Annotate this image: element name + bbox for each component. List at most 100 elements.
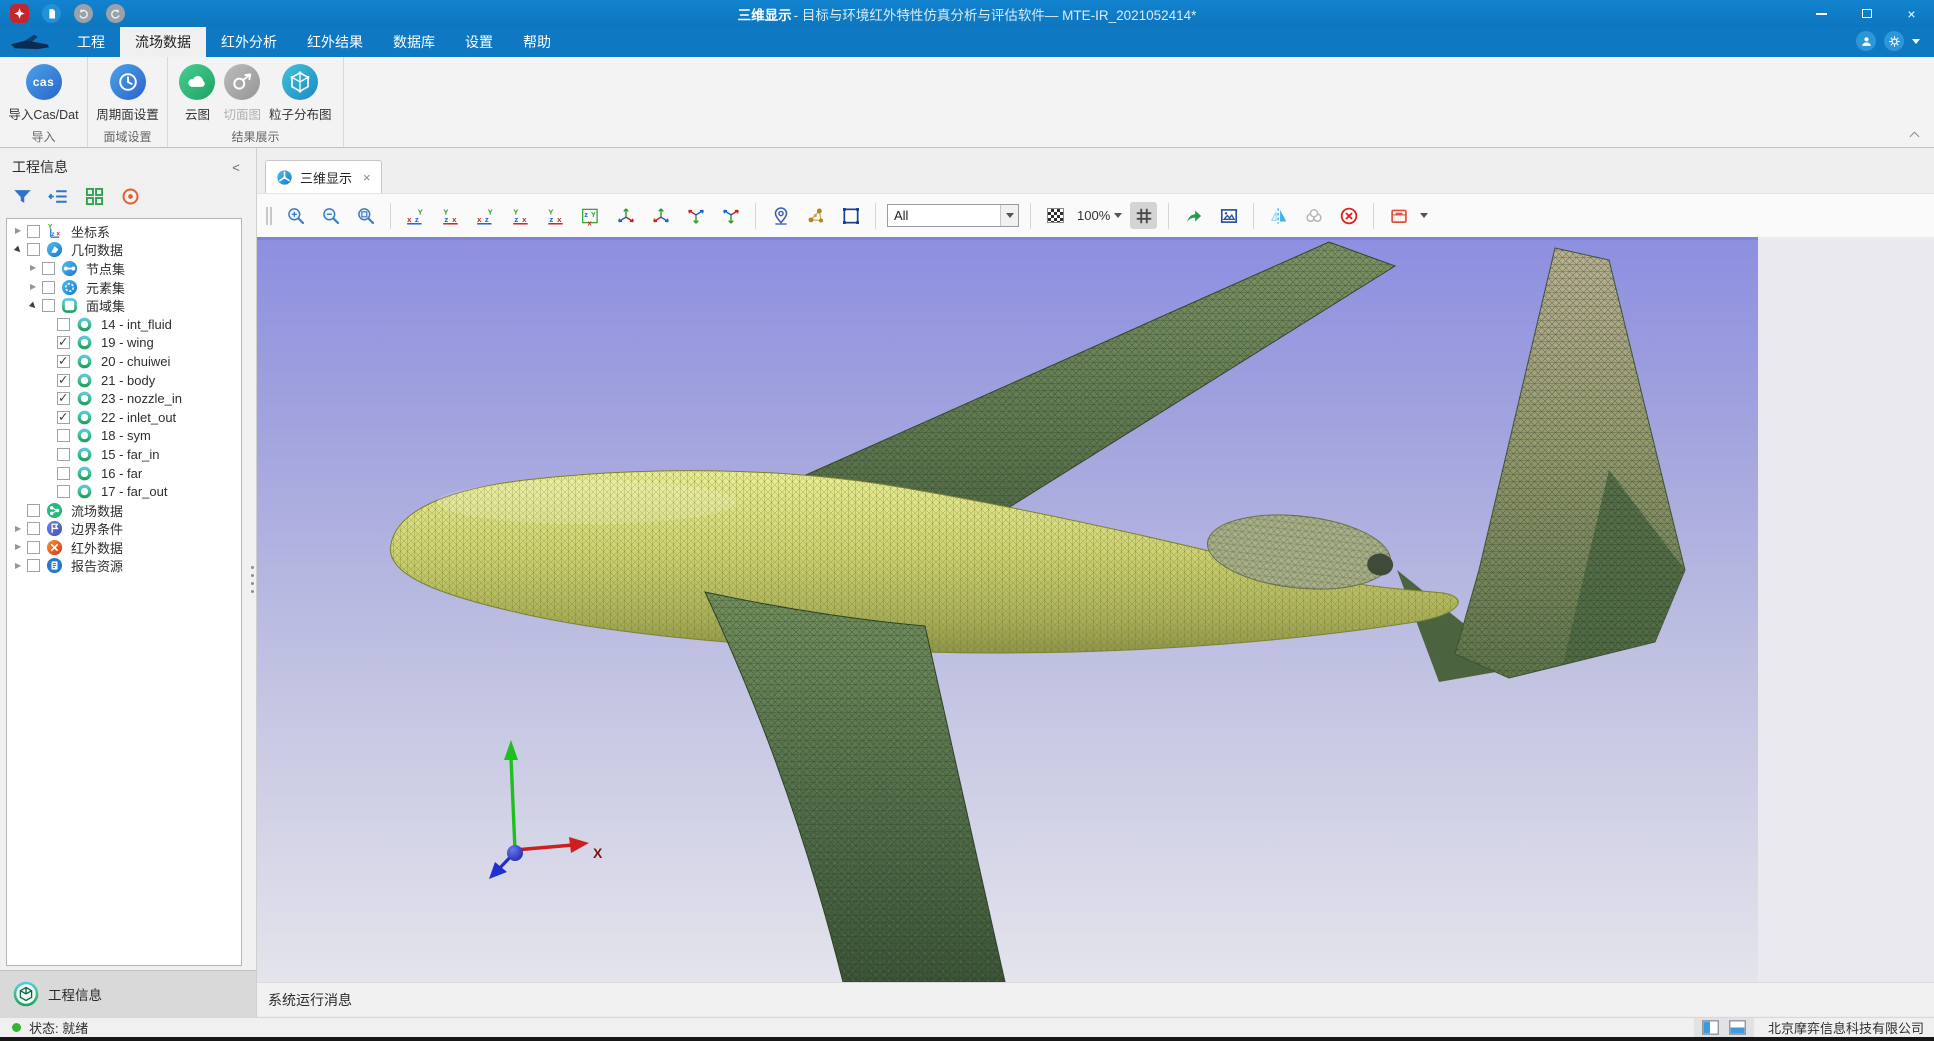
- tree-item-sym[interactable]: 18 - sym: [7, 427, 241, 446]
- ribbon-collapse-button[interactable]: [1908, 131, 1920, 139]
- contour-plot-button[interactable]: 云图: [176, 62, 218, 125]
- close-button[interactable]: ×: [1889, 0, 1934, 27]
- view-left-button[interactable]: [472, 202, 499, 229]
- expand-arrow[interactable]: ▶: [30, 264, 42, 272]
- cloud-overlay-button[interactable]: [1300, 202, 1327, 229]
- view-iso-2-button[interactable]: [647, 202, 674, 229]
- tree-item-face-set[interactable]: ▶面域集: [7, 296, 241, 315]
- mesh-grid-toggle-button[interactable]: [1130, 202, 1157, 229]
- snapshot-image-button[interactable]: [1215, 202, 1242, 229]
- tree-checkbox[interactable]: [57, 374, 70, 387]
- tree-item-body[interactable]: 21 - body: [7, 371, 241, 390]
- menu-infrared-analysis[interactable]: 红外分析: [206, 27, 292, 57]
- expand-arrow[interactable]: ▶: [15, 227, 27, 235]
- periodic-face-settings-button[interactable]: 周期面设置: [93, 62, 162, 125]
- view-top-button[interactable]: [542, 202, 569, 229]
- zoom-out-button[interactable]: [317, 202, 344, 229]
- tree-item-chuiwei[interactable]: 20 - chuiwei: [7, 352, 241, 371]
- tree-checkbox[interactable]: [57, 355, 70, 368]
- tree-item-geometry-data[interactable]: ▶几何数据: [7, 241, 241, 260]
- minimize-button[interactable]: [1799, 0, 1844, 27]
- tree-checkbox[interactable]: [57, 318, 70, 331]
- expand-arrow[interactable]: ▶: [30, 302, 42, 310]
- project-tree[interactable]: ▶坐标系 ▶几何数据 ▶节点集 ▶元素集 ▶面域集 14 - int_fluid…: [6, 218, 242, 966]
- user-icon[interactable]: [1856, 31, 1876, 51]
- expand-arrow[interactable]: ▶: [15, 543, 27, 551]
- tree-item-far-out[interactable]: 17 - far_out: [7, 482, 241, 501]
- grid-view-icon[interactable]: [84, 186, 105, 207]
- toolbar-drag-handle[interactable]: [266, 207, 272, 225]
- chevron-down-icon[interactable]: [1912, 39, 1920, 44]
- panel-splitter-handle[interactable]: [249, 566, 255, 593]
- mirror-button[interactable]: [1265, 202, 1292, 229]
- collapse-list-icon[interactable]: [48, 186, 69, 207]
- view-iso-4-button[interactable]: [717, 202, 744, 229]
- tree-checkbox[interactable]: [27, 243, 40, 256]
- expand-arrow[interactable]: ▶: [15, 525, 27, 533]
- tree-item-boundary-conditions[interactable]: ▶边界条件: [7, 520, 241, 539]
- display-filter-combobox[interactable]: All: [887, 204, 1019, 227]
- view-bottom-button[interactable]: [577, 202, 604, 229]
- view-front-button[interactable]: [402, 202, 429, 229]
- tree-checkbox[interactable]: [57, 467, 70, 480]
- project-info-footer-tab[interactable]: 工程信息: [0, 970, 256, 1017]
- tree-checkbox[interactable]: [42, 299, 55, 312]
- tree-item-int-fluid[interactable]: 14 - int_fluid: [7, 315, 241, 334]
- tree-item-infrared-data[interactable]: ▶红外数据: [7, 538, 241, 557]
- tree-item-nozzle-in[interactable]: 23 - nozzle_in: [7, 389, 241, 408]
- tree-item-far-in[interactable]: 15 - far_in: [7, 445, 241, 464]
- gear-icon[interactable]: [1884, 31, 1904, 51]
- tree-item-coordinate-system[interactable]: ▶坐标系: [7, 222, 241, 241]
- tree-item-element-set[interactable]: ▶元素集: [7, 278, 241, 297]
- tree-checkbox[interactable]: [57, 485, 70, 498]
- menu-infrared-results[interactable]: 红外结果: [292, 27, 378, 57]
- tree-checkbox[interactable]: [27, 522, 40, 535]
- view-iso-3-button[interactable]: [682, 202, 709, 229]
- import-cas-dat-button[interactable]: cas 导入Cas/Dat: [5, 62, 81, 125]
- locate-target-icon[interactable]: [120, 186, 141, 207]
- tree-item-report-resources[interactable]: ▶报告资源: [7, 557, 241, 576]
- save-dropdown-icon[interactable]: [1420, 213, 1428, 218]
- menu-engineering[interactable]: 工程: [62, 27, 120, 57]
- tree-item-inlet-out[interactable]: 22 - inlet_out: [7, 408, 241, 427]
- filter-icon[interactable]: [12, 186, 33, 207]
- menu-settings[interactable]: 设置: [450, 27, 508, 57]
- expand-arrow[interactable]: ▶: [15, 562, 27, 570]
- tab-3d-display[interactable]: 三维显示 ×: [265, 160, 382, 193]
- panel-collapse-icon[interactable]: <: [228, 160, 244, 175]
- tree-checkbox[interactable]: [27, 541, 40, 554]
- combobox-dropdown-icon[interactable]: [1000, 205, 1018, 226]
- tree-item-wing[interactable]: 19 - wing: [7, 334, 241, 353]
- zoom-level-dropdown[interactable]: 100%: [1077, 208, 1122, 223]
- view-right-button[interactable]: [507, 202, 534, 229]
- tree-checkbox[interactable]: [57, 336, 70, 349]
- tree-checkbox[interactable]: [27, 225, 40, 238]
- tree-checkbox[interactable]: [57, 411, 70, 424]
- expand-arrow[interactable]: ▶: [30, 283, 42, 291]
- export-share-button[interactable]: [1180, 202, 1207, 229]
- tree-checkbox[interactable]: [42, 262, 55, 275]
- expand-arrow[interactable]: ▶: [15, 246, 27, 254]
- molecule-button[interactable]: [802, 202, 829, 229]
- view-back-button[interactable]: [437, 202, 464, 229]
- tree-checkbox[interactable]: [57, 429, 70, 442]
- tree-checkbox[interactable]: [27, 559, 40, 572]
- menu-flow-field-data[interactable]: 流场数据: [120, 27, 206, 57]
- particle-distribution-button[interactable]: 粒子分布图: [266, 62, 335, 125]
- save-package-button[interactable]: [1385, 202, 1412, 229]
- box-select-button[interactable]: [837, 202, 864, 229]
- probe-pin-button[interactable]: [767, 202, 794, 229]
- cancel-button[interactable]: [1335, 202, 1362, 229]
- menu-help[interactable]: 帮助: [508, 27, 566, 57]
- maximize-button[interactable]: [1844, 0, 1889, 27]
- transparency-checker-button[interactable]: [1042, 202, 1069, 229]
- 3d-viewport[interactable]: X: [257, 240, 1758, 982]
- view-iso-1-button[interactable]: [612, 202, 639, 229]
- tab-close-icon[interactable]: ×: [363, 170, 371, 185]
- tree-checkbox[interactable]: [57, 448, 70, 461]
- tree-item-node-set[interactable]: ▶节点集: [7, 259, 241, 278]
- tree-item-flow-field-data[interactable]: 流场数据: [7, 501, 241, 520]
- zoom-in-button[interactable]: [282, 202, 309, 229]
- layout-left-panel-icon[interactable]: [1702, 1020, 1719, 1035]
- zoom-fit-button[interactable]: [352, 202, 379, 229]
